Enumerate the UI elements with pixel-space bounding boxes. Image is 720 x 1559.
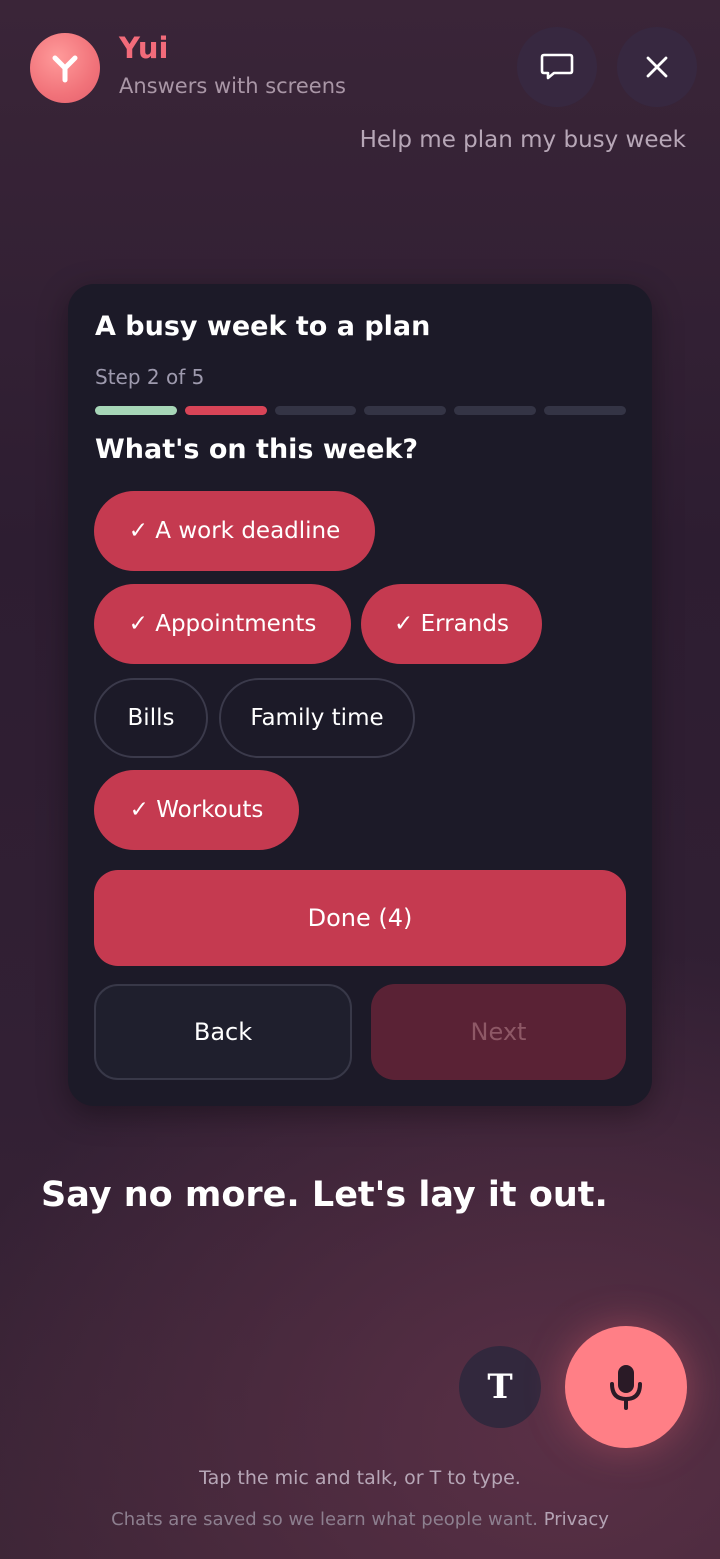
close-icon [646, 56, 668, 78]
option-workouts[interactable]: ✓ Workouts [94, 770, 299, 850]
chat-bubble-icon [540, 53, 574, 80]
option-bills[interactable]: Bills [94, 678, 208, 758]
yui-avatar [30, 33, 100, 103]
progress-segment [454, 406, 537, 415]
question-label: What's on this week? [95, 434, 419, 465]
close-button[interactable] [617, 27, 697, 107]
yui-logo-icon [52, 55, 78, 83]
progress-segment [95, 406, 177, 415]
input-hint: Tap the mic and talk, or T to type. [199, 1467, 521, 1489]
chat-button[interactable] [517, 27, 597, 107]
privacy-link[interactable]: Privacy [544, 1509, 609, 1530]
mic-button[interactable] [565, 1326, 687, 1448]
step-label: Step 2 of 5 [95, 365, 205, 389]
footer-text: Chats are saved so we learn what people … [111, 1509, 538, 1530]
next-button[interactable]: Next [371, 984, 626, 1080]
progress-segment [544, 406, 626, 415]
user-message: Help me plan my busy week [359, 127, 686, 153]
card-title: A busy week to a plan [95, 311, 431, 342]
option-family-time[interactable]: Family time [219, 678, 415, 758]
assistant-reply: Say no more. Let's lay it out. [41, 1175, 608, 1215]
assistant-subtitle: Answers with screens [119, 74, 346, 98]
progress-segment [364, 406, 447, 415]
assistant-name: Yui [119, 31, 169, 65]
footer-note: Chats are saved so we learn what people … [0, 1509, 720, 1530]
option-appointments[interactable]: ✓ Appointments [94, 584, 351, 664]
option-work-deadline[interactable]: ✓ A work deadline [94, 491, 375, 571]
progress-segment [184, 406, 267, 415]
done-button[interactable]: Done (4) [94, 870, 626, 966]
microphone-icon [610, 1365, 642, 1410]
progress-segment [274, 406, 357, 415]
option-errands[interactable]: ✓ Errands [361, 584, 542, 664]
planner-card: A busy week to a plan Step 2 of 5 What's… [68, 284, 652, 1106]
back-button[interactable]: Back [94, 984, 352, 1080]
type-button[interactable]: T [459, 1346, 541, 1428]
step-progress [95, 406, 626, 415]
